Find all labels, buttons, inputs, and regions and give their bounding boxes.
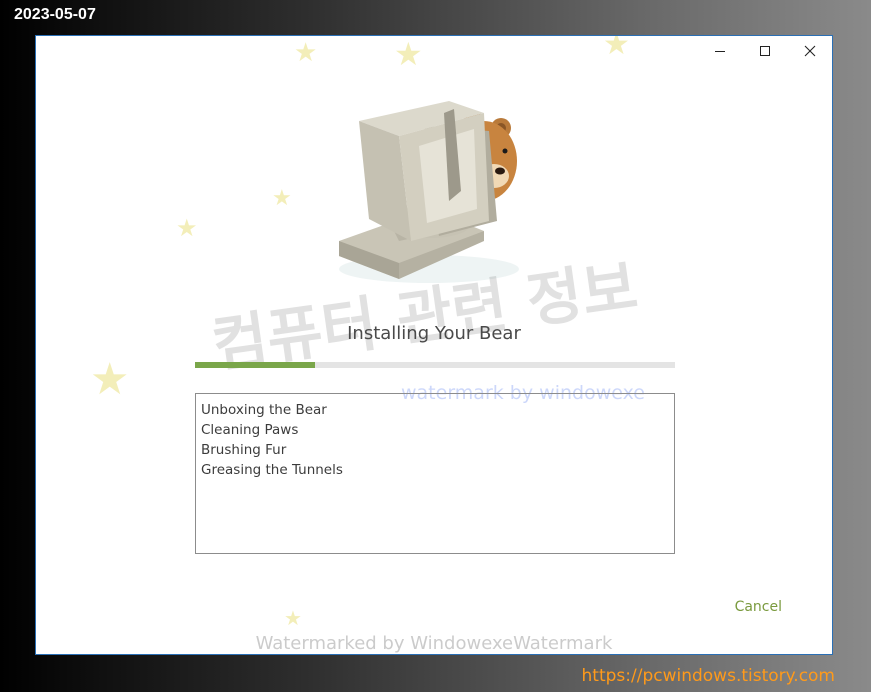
window-controls [697, 36, 832, 66]
cancel-button[interactable]: Cancel [735, 599, 782, 615]
watermark-bottom: Watermarked by WindowexeWatermark [255, 633, 613, 654]
close-button[interactable] [787, 36, 832, 66]
minimize-button[interactable] [697, 36, 742, 66]
log-line: Greasing the Tunnels [201, 462, 343, 478]
log-line: Brushing Fur [201, 442, 287, 458]
star-decoration: ★ [394, 35, 423, 73]
close-icon [804, 45, 815, 57]
log-line: Unboxing the Bear [201, 402, 327, 418]
install-log[interactable]: Unboxing the Bear Cleaning Paws Brushing… [195, 393, 675, 554]
star-decoration: ★ [272, 186, 292, 211]
star-decoration: ★ [294, 38, 318, 68]
log-line: Cleaning Paws [201, 422, 299, 438]
minimize-icon [714, 51, 725, 52]
installer-window: ★ ★ ★ ★ ★ ★ ★ 컴퓨터 관련 정보 Installing Your … [35, 35, 833, 655]
star-decoration: ★ [176, 214, 198, 242]
progress-bar-fill [195, 362, 315, 368]
install-title: Installing Your Bear [347, 323, 521, 344]
maximize-icon [759, 46, 770, 56]
star-decoration: ★ [284, 606, 302, 630]
site-url[interactable]: https://pcwindows.tistory.com [582, 666, 835, 686]
date-stamp: 2023-05-07 [14, 6, 96, 23]
progress-bar [195, 362, 675, 368]
maximize-button[interactable] [742, 36, 787, 66]
star-decoration: ★ [90, 354, 130, 405]
star-decoration: ★ [603, 35, 630, 62]
